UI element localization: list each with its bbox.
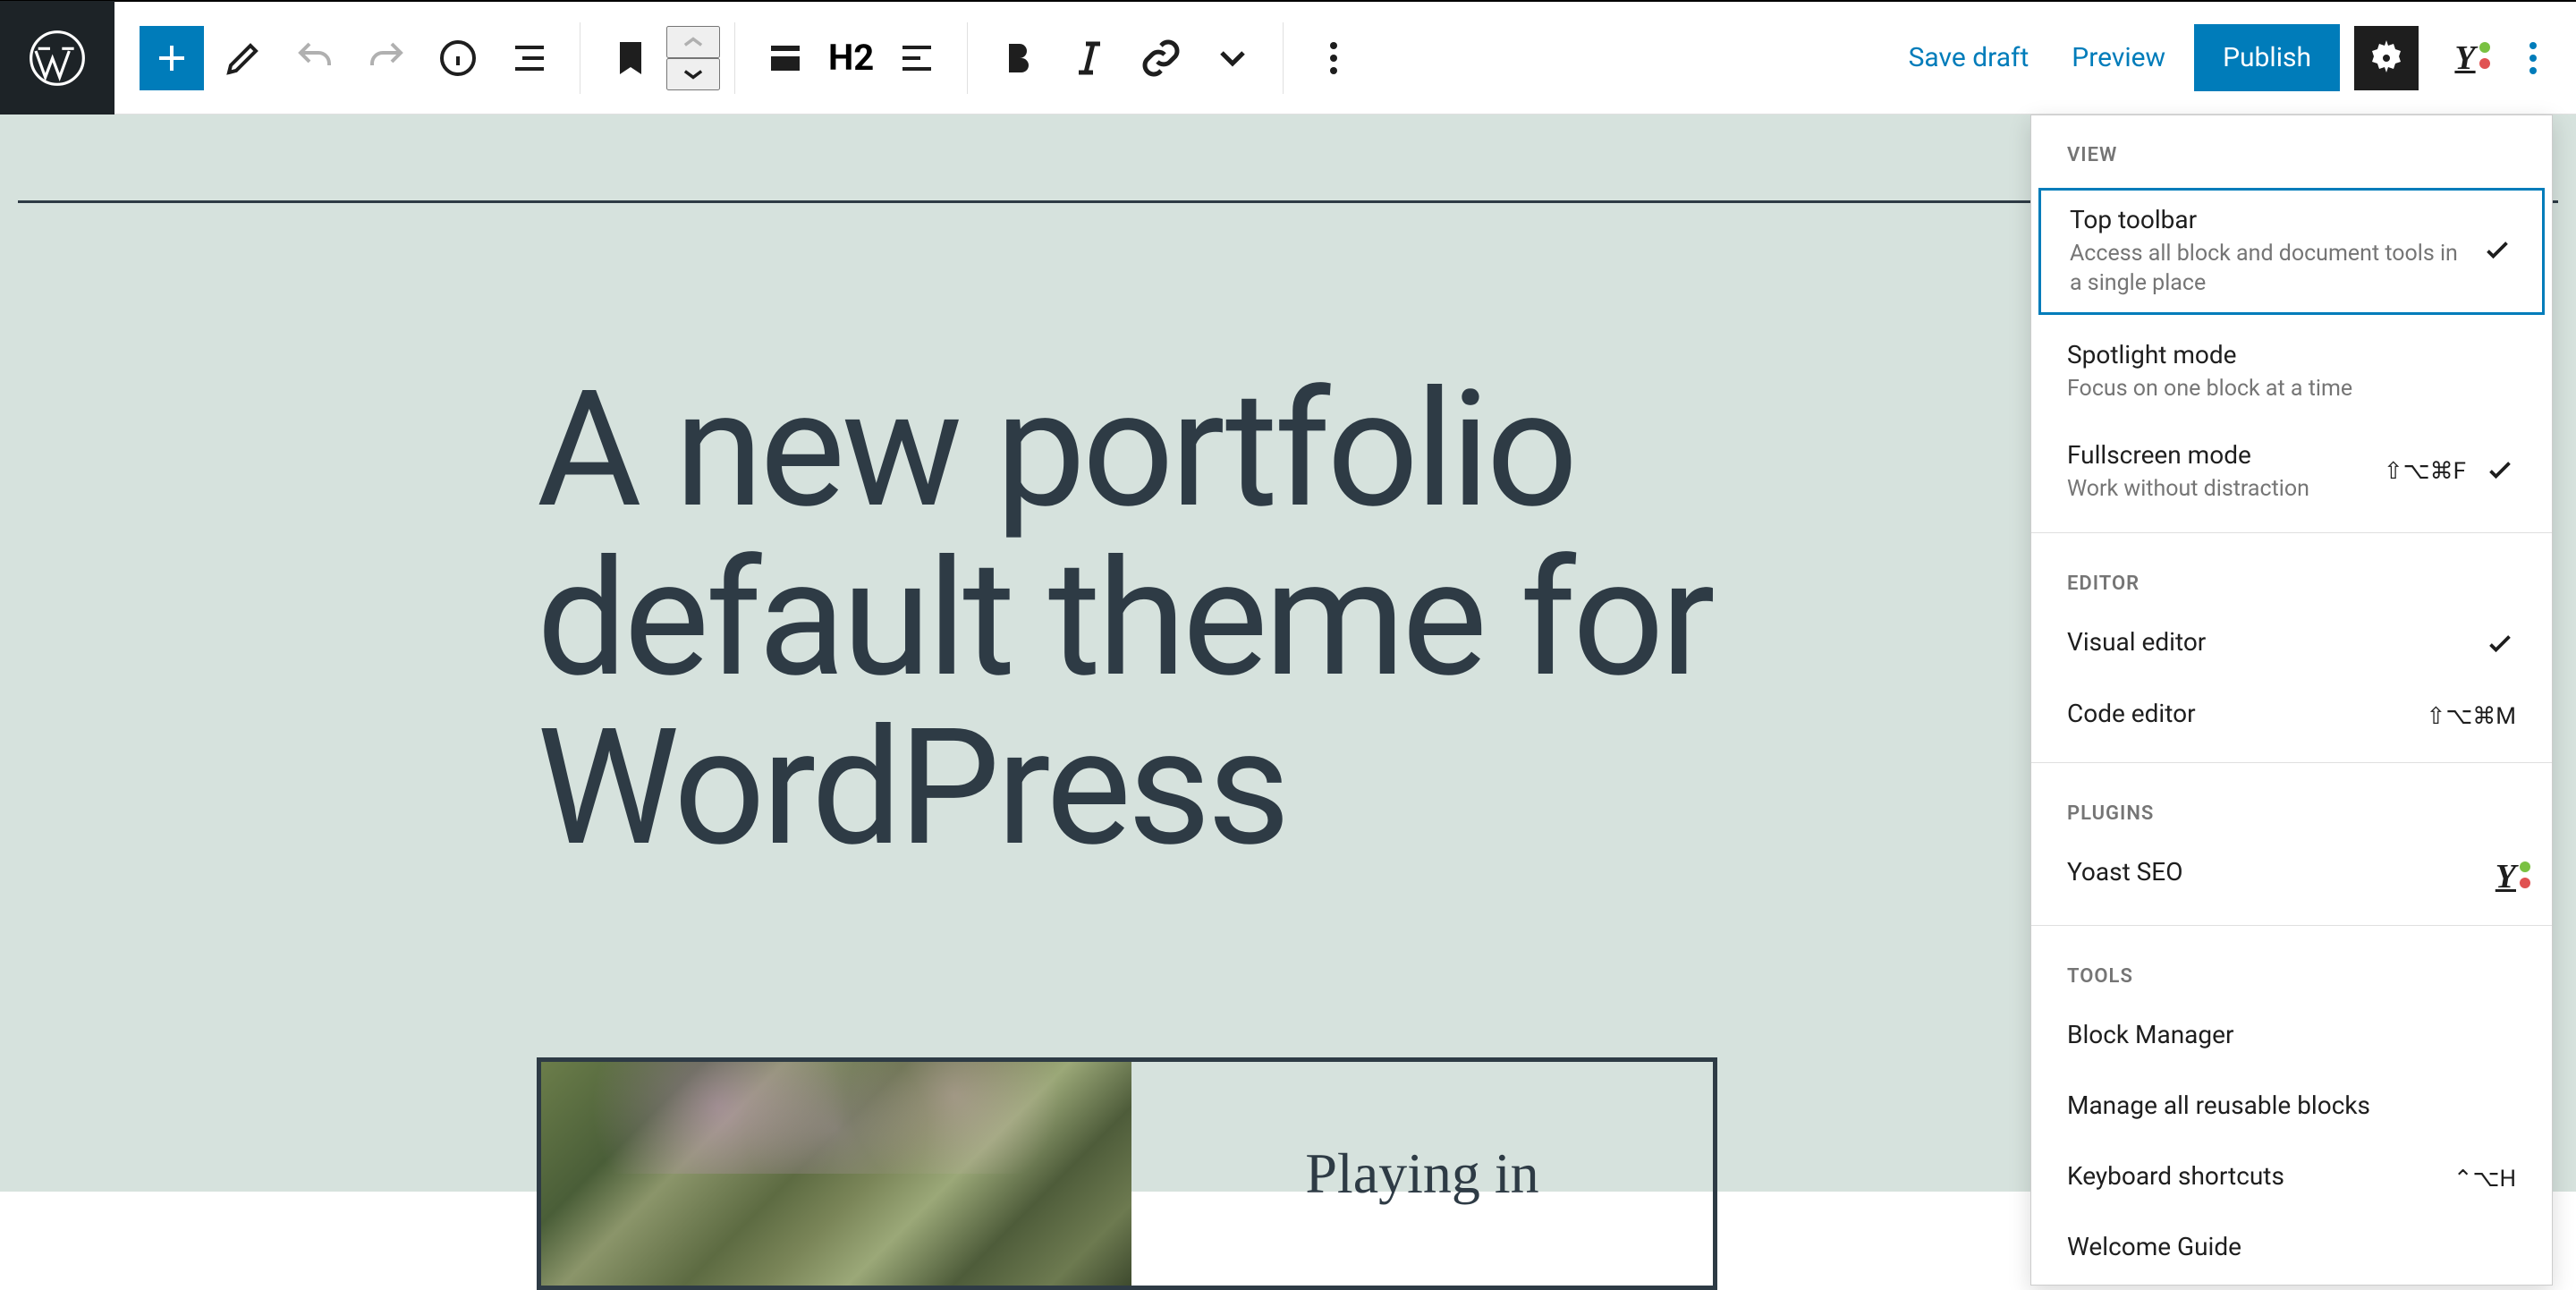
menu-item-welcome-guide[interactable]: Welcome Guide	[2031, 1214, 2552, 1285]
dropdown-divider	[2031, 532, 2552, 533]
bookmark-icon[interactable]	[598, 26, 663, 90]
info-button[interactable]	[426, 26, 490, 90]
menu-item-block-manager[interactable]: Block Manager	[2031, 1002, 2552, 1073]
settings-button[interactable]	[2354, 26, 2419, 90]
yoast-icon: Y	[2496, 857, 2516, 896]
dropdown-divider	[2031, 762, 2552, 763]
add-block-button[interactable]	[140, 26, 204, 90]
menu-item-visual-editor[interactable]: Visual editor	[2031, 609, 2552, 681]
header-actions: Save draft Preview Publish Y	[1894, 24, 2576, 91]
wordpress-logo[interactable]	[0, 1, 114, 115]
post-title-heading[interactable]: A new portfolio default theme for WordPr…	[537, 365, 1968, 872]
editor-top-bar: H2 Save dra	[0, 0, 2576, 115]
menu-item-fullscreen-mode[interactable]: Fullscreen mode Work without distraction…	[2031, 422, 2552, 522]
dropdown-section-editor: EDITOR	[2031, 544, 2552, 609]
options-dropdown: VIEW Top toolbar Access all block and do…	[2030, 115, 2553, 1286]
editor-toolbar: H2 Save dra	[114, 2, 2576, 114]
media-image	[541, 1062, 1131, 1286]
menu-item-top-toolbar[interactable]: Top toolbar Access all block and documen…	[2038, 188, 2545, 315]
menu-item-yoast-seo[interactable]: Yoast SEO Y	[2031, 839, 2552, 914]
dropdown-section-view: VIEW	[2031, 115, 2552, 181]
italic-button[interactable]	[1057, 26, 1122, 90]
media-text-content[interactable]: Playing in	[1131, 1062, 1713, 1286]
move-down-button[interactable]	[666, 58, 720, 90]
redo-button[interactable]	[354, 26, 419, 90]
block-move-buttons	[666, 26, 720, 90]
menu-item-reusable-blocks[interactable]: Manage all reusable blocks	[2031, 1073, 2552, 1143]
menu-item-spotlight-mode[interactable]: Spotlight mode Focus on one block at a t…	[2031, 322, 2552, 422]
outline-button[interactable]	[497, 26, 562, 90]
shortcut-label: ⇧⌥⌘M	[2427, 703, 2516, 730]
edit-mode-button[interactable]	[211, 26, 275, 90]
undo-button[interactable]	[283, 26, 347, 90]
dropdown-divider	[2031, 925, 2552, 926]
options-menu-button[interactable]	[2512, 26, 2555, 90]
bold-button[interactable]	[986, 26, 1050, 90]
media-text-block[interactable]: Playing in	[537, 1057, 1717, 1290]
menu-item-keyboard-shortcuts[interactable]: Keyboard shortcuts ⌃⌥H	[2031, 1143, 2552, 1214]
link-button[interactable]	[1129, 26, 1193, 90]
dropdown-section-tools: TOOLS	[2031, 937, 2552, 1002]
move-up-button[interactable]	[666, 26, 720, 58]
yoast-icon: Y	[2454, 38, 2475, 78]
block-options-button[interactable]	[1301, 26, 1366, 90]
menu-item-code-editor[interactable]: Code editor ⇧⌥⌘M	[2031, 681, 2552, 751]
save-draft-button[interactable]: Save draft	[1894, 31, 2044, 84]
text-align-button[interactable]	[885, 26, 949, 90]
check-icon	[2484, 627, 2516, 663]
more-format-button[interactable]	[1200, 26, 1265, 90]
check-icon	[2481, 233, 2513, 269]
publish-button[interactable]: Publish	[2194, 24, 2340, 91]
shortcut-label: ⇧⌥⌘F	[2384, 458, 2466, 485]
align-button[interactable]	[753, 26, 818, 90]
yoast-button[interactable]: Y	[2433, 26, 2497, 90]
dropdown-section-plugins: PLUGINS	[2031, 774, 2552, 839]
check-icon	[2484, 454, 2516, 489]
heading-level-indicator[interactable]: H2	[821, 37, 881, 79]
preview-button[interactable]: Preview	[2057, 31, 2180, 84]
shortcut-label: ⌃⌥H	[2453, 1166, 2516, 1192]
